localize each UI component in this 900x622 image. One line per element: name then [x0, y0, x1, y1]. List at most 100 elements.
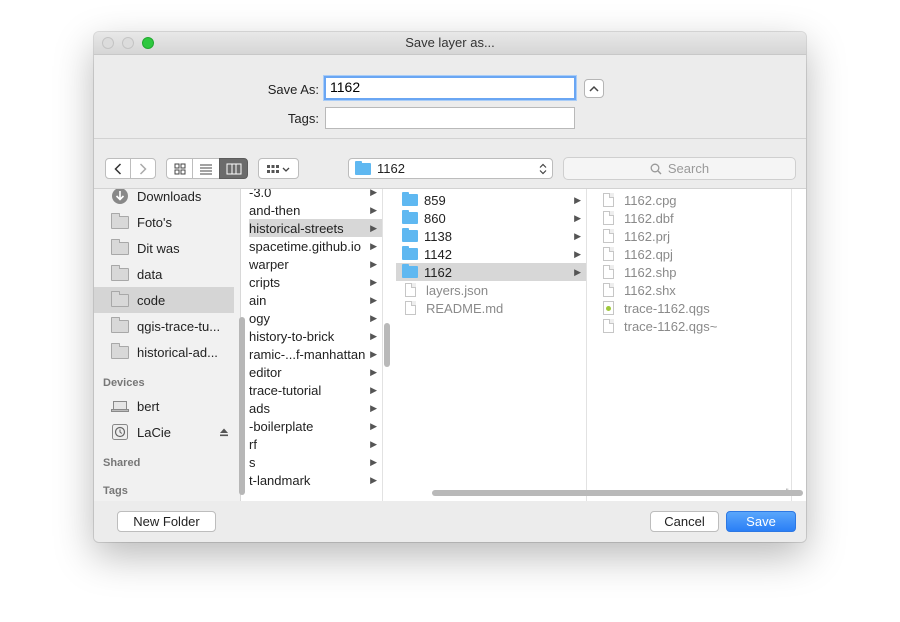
list-item-label: README.md [426, 300, 504, 316]
sidebar-item-label: Downloads [137, 189, 202, 204]
list-item-label: 1162.shp [624, 264, 677, 280]
list-item[interactable]: -3.0 ▶ [249, 189, 382, 201]
search-field[interactable]: Search [563, 157, 796, 180]
eject-icon[interactable] [219, 427, 229, 437]
list-item[interactable]: -boilerplate ▶ [249, 417, 382, 435]
back-button[interactable] [105, 158, 131, 179]
save-button[interactable]: Save [726, 511, 796, 532]
list-item[interactable]: 1162.cpg [601, 191, 791, 209]
list-item[interactable]: ogy ▶ [249, 309, 382, 327]
list-item[interactable]: and-then ▶ [249, 201, 382, 219]
list-item[interactable]: rf ▶ [249, 435, 382, 453]
list-view-button[interactable] [192, 158, 220, 179]
sidebar-item-label: code [137, 292, 166, 308]
zoom-window-button[interactable] [142, 37, 154, 49]
tags-field[interactable] [325, 107, 575, 129]
list-item[interactable]: 1162.shx [601, 281, 791, 299]
list-item[interactable]: 1142 ▶ [396, 245, 586, 263]
list-item[interactable]: layers.json [396, 281, 586, 299]
sidebar-item-data[interactable]: data [94, 261, 234, 287]
list-item-label: warper [249, 256, 289, 272]
column-view-button[interactable] [219, 158, 248, 179]
list-item[interactable]: 1162 ▶ [396, 263, 586, 281]
list-item[interactable]: s ▶ [249, 453, 382, 471]
list-item[interactable]: warper ▶ [249, 255, 382, 273]
save-as-field[interactable]: 1162 [324, 76, 576, 100]
icon-view-button[interactable] [166, 158, 193, 179]
list-item-label: and-then [249, 202, 301, 218]
folder-icon [111, 264, 129, 281]
arrange-menu-button[interactable] [258, 158, 299, 179]
disclosure-arrow-icon: ▶ [574, 266, 581, 277]
folder-icon [111, 290, 129, 307]
sidebar-item-fotos[interactable]: Foto's [94, 209, 234, 235]
disclosure-arrow-icon: ▶ [370, 294, 377, 305]
list-item[interactable]: ramic-...f-manhattan ▶ [249, 345, 382, 363]
close-window-button[interactable] [102, 37, 114, 49]
list-item-label: trace-1162.qgs~ [624, 318, 718, 334]
sidebar-scrollbar[interactable] [239, 317, 245, 495]
new-folder-button[interactable]: New Folder [117, 511, 216, 532]
list-item[interactable]: 1162.dbf [601, 209, 791, 227]
sidebar-item-bert[interactable]: bert [94, 393, 234, 419]
cancel-button[interactable]: Cancel [650, 511, 719, 532]
forward-button[interactable] [130, 158, 156, 179]
title-bar[interactable]: Save layer as... [94, 32, 806, 55]
window-title: Save layer as... [405, 35, 495, 50]
search-placeholder: Search [667, 161, 710, 176]
disclosure-arrow-icon: ▶ [574, 248, 581, 259]
disclosure-arrow-icon: ▶ [370, 474, 377, 485]
list-item-label: cripts [249, 274, 281, 290]
list-item-label: 860 [424, 210, 446, 226]
disclosure-arrow-icon: ▶ [574, 194, 581, 205]
disclosure-arrow-icon: ▶ [370, 312, 377, 323]
column-scrollbar[interactable] [384, 323, 390, 367]
qgis-project-icon [603, 301, 614, 315]
arrange-icon [266, 164, 289, 173]
horizontal-scrollbar[interactable] [432, 490, 803, 496]
disclosure-arrow-icon: ▶ [370, 258, 377, 269]
list-item[interactable]: 1138 ▶ [396, 227, 586, 245]
sidebar-item-qgis-trace[interactable]: qgis-trace-tu... [94, 313, 234, 339]
list-item[interactable]: ain ▶ [249, 291, 382, 309]
sidebar-item-code[interactable]: code [94, 287, 234, 313]
column-1162: 1162.cpg 1162.dbf 1162.prj 1162.qpj 1162… [601, 189, 792, 501]
list-item[interactable]: 1162.shp [601, 263, 791, 281]
folder-icon [111, 238, 129, 255]
columns-icon [226, 163, 241, 174]
list-item[interactable]: trace-1162.qgs~ [601, 317, 791, 335]
expand-dialog-button[interactable] [584, 79, 604, 98]
list-item[interactable]: t-landmark ▶ [249, 471, 382, 489]
file-icon [603, 193, 614, 207]
list-item[interactable]: trace-1162.qgs [601, 299, 791, 317]
list-item[interactable]: ads ▶ [249, 399, 382, 417]
list-item[interactable]: spacetime.github.io ▶ [249, 237, 382, 255]
list-item[interactable]: historical-streets ▶ [249, 219, 382, 237]
sidebar-item-historical-ad[interactable]: historical-ad... [94, 339, 234, 365]
list-item[interactable]: history-to-brick ▶ [249, 327, 382, 345]
sidebar-item-downloads[interactable]: Downloads [94, 189, 234, 209]
sidebar-item-dit-was[interactable]: Dit was [94, 235, 234, 261]
list-item[interactable]: cripts ▶ [249, 273, 382, 291]
list-item[interactable]: README.md [396, 299, 586, 317]
disclosure-arrow-icon: ▶ [370, 276, 377, 287]
sidebar-header-shared: Shared [103, 457, 141, 469]
list-item[interactable]: trace-tutorial ▶ [249, 381, 382, 399]
disclosure-arrow-icon: ▶ [370, 420, 377, 431]
list-item[interactable]: 1162.qpj [601, 245, 791, 263]
minimize-window-button[interactable] [122, 37, 134, 49]
list-item-label: history-to-brick [249, 328, 335, 344]
list-item[interactable]: 859 ▶ [396, 191, 586, 209]
list-item[interactable]: 1162.prj [601, 227, 791, 245]
file-browser: Downloads Foto's Dit was data code qgis-… [94, 188, 806, 502]
list-item[interactable]: editor ▶ [249, 363, 382, 381]
sidebar-item-lacie[interactable]: LaCie [94, 419, 234, 445]
sidebar-header-devices: Devices [103, 377, 145, 389]
file-icon [603, 229, 614, 243]
file-icon [603, 211, 614, 225]
location-popup[interactable]: 1162 [348, 158, 553, 179]
list-item-label: ain [249, 292, 267, 308]
list-item-label: spacetime.github.io [249, 238, 362, 254]
disclosure-arrow-icon: ▶ [370, 456, 377, 467]
list-item[interactable]: 860 ▶ [396, 209, 586, 227]
